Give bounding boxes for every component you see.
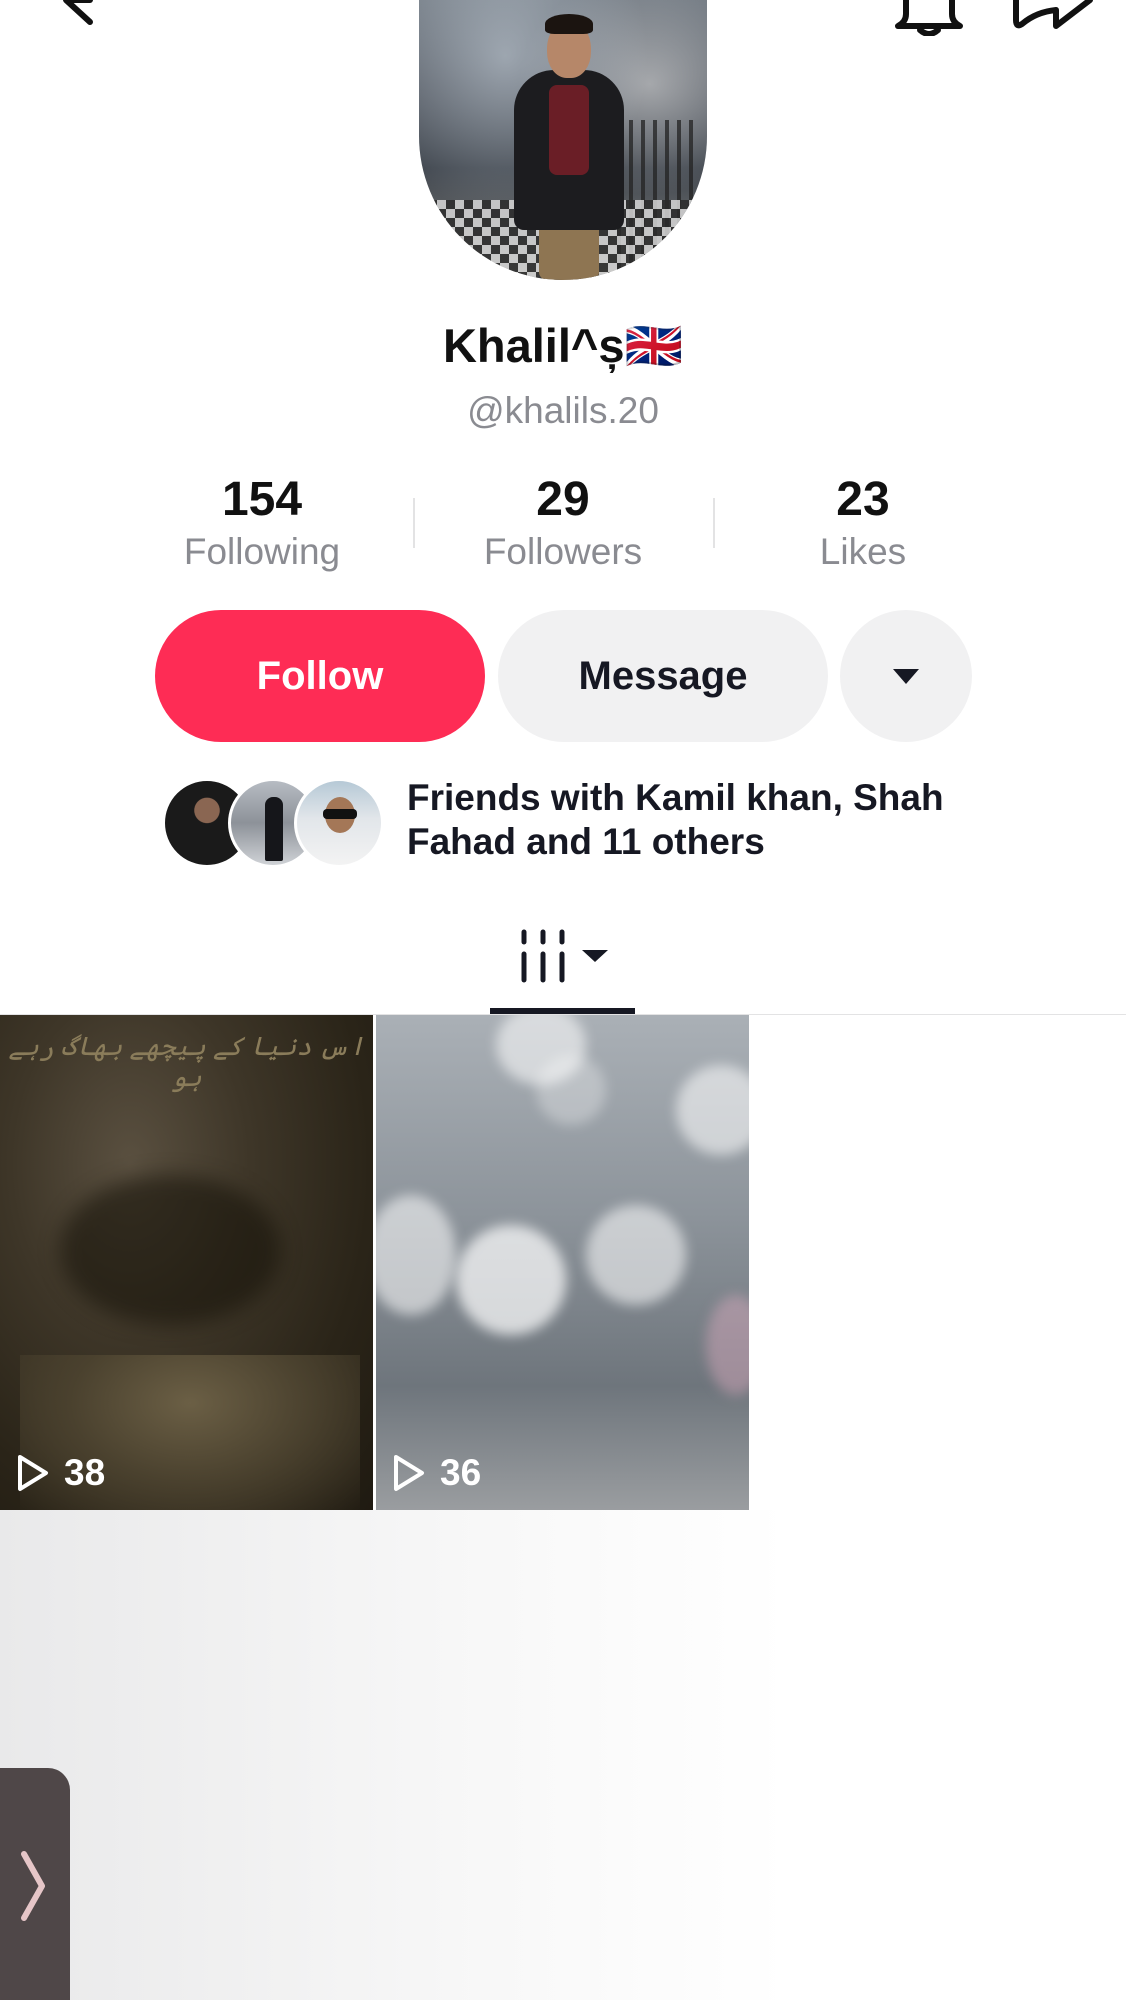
play-count: 38: [16, 1452, 105, 1494]
share-icon[interactable]: [1006, 0, 1096, 36]
stat-likes[interactable]: 23 Likes: [738, 472, 988, 576]
display-name: Khalil^ș🇬🇧: [442, 319, 684, 372]
chevron-right-icon[interactable]: [14, 1850, 50, 1922]
video-caption: اس دنیا کے پیچھے بھاگ رہے ہو: [8, 1031, 365, 1092]
username-handle: @khalils.20: [467, 390, 659, 431]
followers-count: 29: [536, 473, 590, 526]
following-count: 154: [221, 473, 303, 526]
play-count-value: 36: [440, 1452, 482, 1493]
play-icon: [18, 1455, 48, 1491]
stat-following[interactable]: 154 Following: [137, 472, 387, 576]
stat-divider: [413, 498, 415, 548]
play-icon: [394, 1455, 424, 1491]
stat-divider: [713, 498, 715, 548]
following-label: Following: [183, 531, 341, 572]
video-thumbnail[interactable]: اس دنیا کے پیچھے بھاگ رہے ہو 38: [0, 1015, 373, 1510]
avatar[interactable]: [419, 0, 707, 280]
friend-avatar[interactable]: [294, 778, 384, 868]
follow-button[interactable]: Follow: [155, 610, 485, 742]
suggested-accounts-button[interactable]: [840, 610, 972, 742]
grid-tab-icon[interactable]: [518, 928, 613, 984]
back-arrow-icon[interactable]: [52, 0, 102, 30]
bell-icon[interactable]: [894, 0, 964, 36]
likes-count: 23: [836, 473, 890, 526]
triangle-down-icon: [893, 668, 919, 684]
likes-label: Likes: [819, 531, 907, 572]
video-thumbnail[interactable]: 36: [376, 1015, 749, 1510]
followers-label: Followers: [483, 531, 643, 572]
mutual-friends-text[interactable]: Friends with Kamil khan, Shah Fahad and …: [407, 776, 1007, 864]
message-button[interactable]: Message: [498, 610, 828, 742]
empty-area: [0, 1510, 1126, 2000]
play-count: 36: [392, 1452, 481, 1494]
stat-followers[interactable]: 29 Followers: [438, 472, 688, 576]
play-count-value: 38: [64, 1452, 106, 1493]
